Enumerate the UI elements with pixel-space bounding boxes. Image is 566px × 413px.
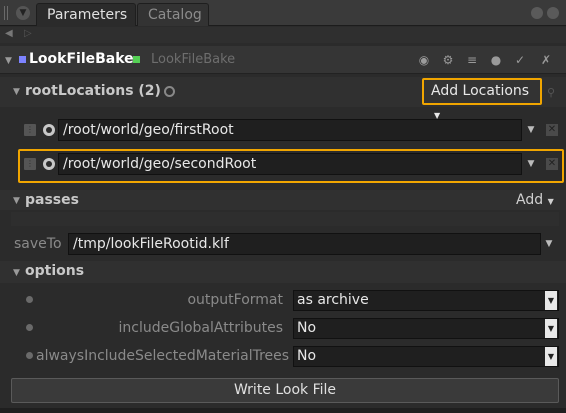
node-type-label: LookFileBake [151, 52, 236, 67]
panel-bottom-edge [0, 408, 566, 413]
search-icon[interactable]: ⚲ [547, 86, 555, 99]
chevron-down-icon[interactable]: ▼ [545, 319, 557, 338]
write-look-file-button[interactable]: Write Look File [11, 378, 559, 403]
root-locations-info-icon[interactable] [164, 86, 175, 97]
root-location-field-2[interactable]: /root/world/geo/secondRoot [58, 153, 522, 175]
always-include-selected-material-trees-label: alwaysIncludeSelectedMaterialTrees [36, 348, 290, 364]
root-locations-title: rootLocations (2) [25, 83, 161, 99]
always-include-selected-material-trees-value: No [297, 348, 317, 364]
location-dropdown-arrow-icon[interactable]: ▼ [524, 153, 538, 175]
location-dropdown-arrow-icon[interactable]: ▼ [524, 119, 538, 141]
pin-icon[interactable]: ✓ [512, 52, 528, 68]
node-state-swatch [133, 56, 140, 63]
passes-header [0, 190, 566, 210]
chevron-down-icon: ▼ [547, 197, 554, 206]
tab-catalog[interactable]: Catalog [137, 3, 209, 26]
output-format-value: as archive [297, 292, 369, 308]
collapse-node-icon[interactable]: ▼ [5, 56, 12, 66]
gear-icon[interactable]: ⚙ [440, 52, 456, 68]
option-state-icon[interactable] [26, 352, 33, 359]
include-global-attributes-label: includeGlobalAttributes [118, 320, 284, 336]
collapse-passes-icon[interactable]: ▼ [13, 196, 20, 206]
option-state-icon[interactable] [26, 324, 33, 331]
output-format-label: outputFormat [187, 292, 283, 308]
add-pass-label: Add [516, 192, 544, 208]
save-to-label: saveTo [14, 236, 62, 252]
add-pass-button[interactable]: Add ▼ [516, 192, 554, 208]
remove-location-icon[interactable]: ✕ [546, 158, 558, 170]
history-nav-row [0, 27, 566, 43]
close-tab-icon[interactable] [547, 7, 559, 19]
back-arrow-icon[interactable]: ◀ [5, 28, 13, 39]
wrench-icon[interactable]: ✗ [538, 52, 554, 68]
remove-location-icon[interactable]: ✕ [546, 124, 558, 136]
always-include-selected-material-trees-select[interactable]: No [293, 346, 559, 367]
sliders-icon[interactable]: ≡ [464, 52, 480, 68]
collapse-options-icon[interactable]: ▼ [13, 268, 20, 278]
forward-arrow-icon[interactable]: ▷ [24, 28, 32, 39]
node-name[interactable]: LookFileBake [29, 51, 134, 67]
add-locations-label: Add Locations [431, 83, 530, 99]
panel-grip-handle[interactable] [4, 6, 8, 20]
options-header [0, 261, 566, 283]
save-to-dropdown-arrow-icon[interactable]: ▼ [542, 233, 556, 255]
passes-title: passes [25, 192, 79, 208]
panel-menu-icon[interactable]: ▼ [16, 6, 30, 20]
view-flag-icon[interactable]: ◉ [416, 52, 432, 68]
root-location-field-1[interactable]: /root/world/geo/firstRoot [58, 119, 522, 141]
passes-list-area [11, 212, 559, 226]
pin-tab-icon[interactable] [531, 7, 543, 19]
include-global-attributes-select[interactable]: No [293, 318, 559, 339]
drag-handle-icon[interactable]: ⋮ [24, 124, 36, 136]
options-title: options [25, 263, 85, 279]
output-format-select[interactable]: as archive [293, 290, 559, 311]
comment-icon[interactable]: ● [488, 52, 504, 68]
location-picker-icon[interactable] [43, 124, 55, 136]
chevron-down-icon[interactable]: ▼ [545, 291, 557, 310]
add-locations-button[interactable]: Add Locations ▼ [422, 78, 542, 120]
option-state-icon[interactable] [26, 296, 33, 303]
include-global-attributes-value: No [297, 320, 317, 336]
collapse-root-locations-icon[interactable]: ▼ [13, 87, 20, 97]
location-picker-icon[interactable] [43, 158, 55, 170]
drag-handle-icon[interactable]: ⋮ [24, 158, 36, 170]
chevron-down-icon[interactable]: ▼ [545, 347, 557, 366]
tab-parameters[interactable]: Parameters [36, 3, 136, 26]
save-to-field[interactable]: /tmp/lookFileRootid.klf [68, 233, 541, 255]
node-color-swatch [19, 56, 26, 63]
